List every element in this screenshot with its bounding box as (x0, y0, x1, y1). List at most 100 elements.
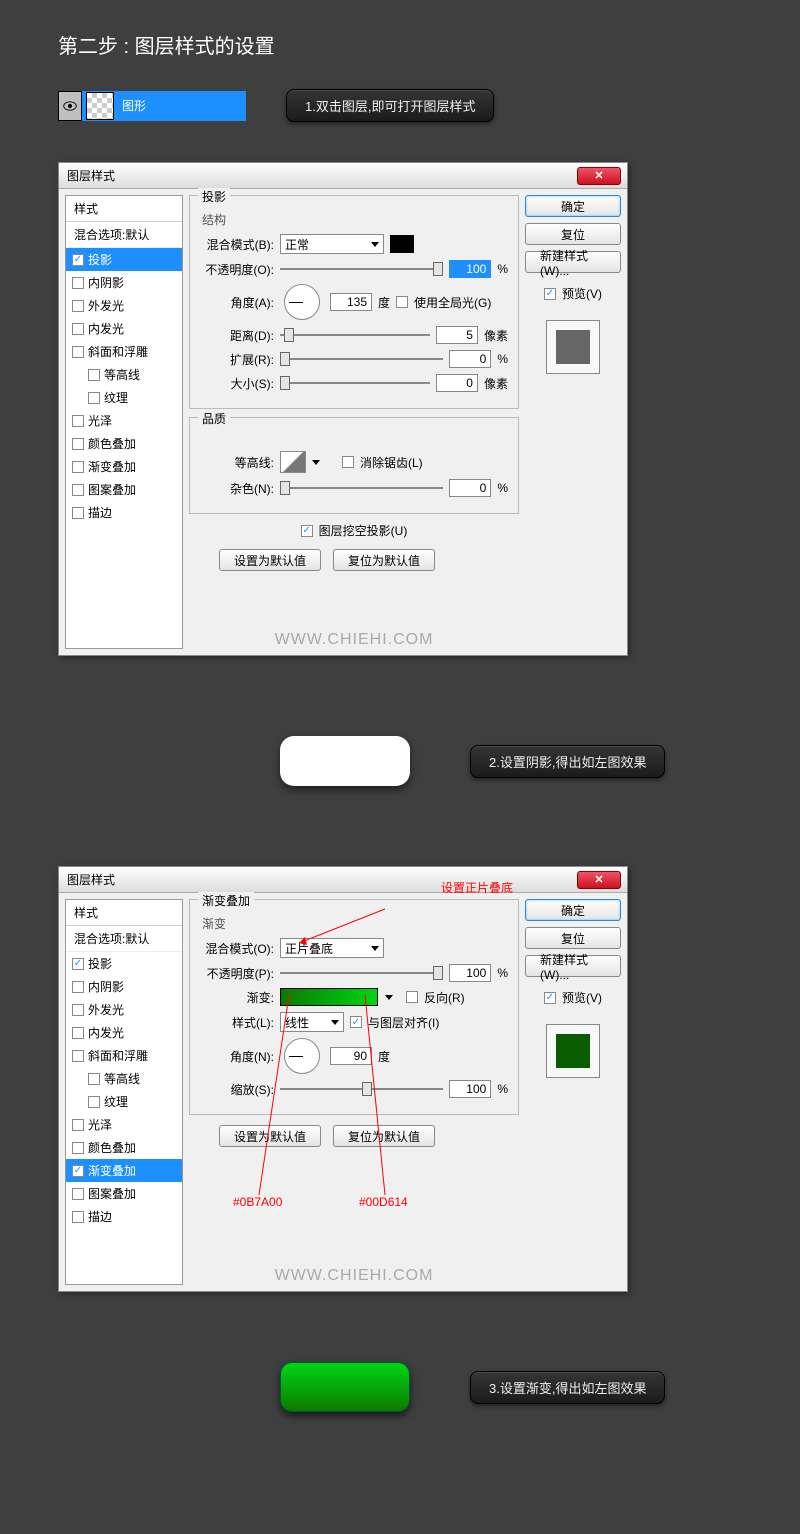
close-button[interactable]: ✕ (577, 167, 621, 185)
style-checkbox[interactable] (72, 415, 84, 427)
size-input[interactable]: 0 (436, 374, 478, 392)
style-item-光泽[interactable]: 光泽 (66, 1113, 182, 1136)
style-item-内发光[interactable]: 内发光 (66, 1021, 182, 1044)
noise-slider[interactable] (280, 481, 443, 495)
style-checkbox[interactable] (72, 1188, 84, 1200)
style-item-图案叠加[interactable]: 图案叠加 (66, 478, 182, 501)
reset-default-button[interactable]: 复位为默认值 (333, 1125, 435, 1147)
ok-button[interactable]: 确定 (525, 195, 621, 217)
style-checkbox[interactable] (72, 1119, 84, 1131)
noise-input[interactable]: 0 (449, 479, 491, 497)
angle-dial[interactable] (284, 1038, 320, 1074)
style-item-内阴影[interactable]: 内阴影 (66, 271, 182, 294)
style-checkbox[interactable] (88, 1073, 100, 1085)
new-style-button[interactable]: 新建样式(W)... (525, 955, 621, 977)
contour-picker[interactable] (280, 451, 306, 473)
style-item-外发光[interactable]: 外发光 (66, 998, 182, 1021)
distance-slider[interactable] (280, 328, 430, 342)
preview-checkbox[interactable]: ✓ (544, 992, 556, 1004)
style-checkbox[interactable] (72, 438, 84, 450)
knockout-checkbox[interactable]: ✓ (301, 525, 313, 537)
cancel-button[interactable]: 复位 (525, 223, 621, 245)
titlebar[interactable]: 图层样式 ✕ (59, 867, 627, 893)
style-checkbox[interactable] (72, 1142, 84, 1154)
style-label: 外发光 (88, 1001, 124, 1018)
spread-unit: % (497, 352, 508, 366)
style-checkbox[interactable] (72, 1050, 84, 1062)
style-item-内发光[interactable]: 内发光 (66, 317, 182, 340)
style-item-投影[interactable]: ✓投影 (66, 248, 182, 271)
reset-default-button[interactable]: 复位为默认值 (333, 549, 435, 571)
style-checkbox[interactable] (72, 277, 84, 289)
spread-input[interactable]: 0 (449, 350, 491, 368)
style-checkbox[interactable] (72, 461, 84, 473)
blending-default[interactable]: 混合选项:默认 (66, 926, 182, 952)
blend-mode-select[interactable]: 正常 (280, 234, 384, 254)
style-item-内阴影[interactable]: 内阴影 (66, 975, 182, 998)
style-item-斜面和浮雕[interactable]: 斜面和浮雕 (66, 1044, 182, 1067)
style-checkbox[interactable] (72, 507, 84, 519)
style-item-渐变叠加[interactable]: 渐变叠加 (66, 455, 182, 478)
opacity-input[interactable]: 100 (449, 260, 491, 278)
shadow-color-swatch[interactable] (390, 235, 414, 253)
style-item-渐变叠加[interactable]: ✓渐变叠加 (66, 1159, 182, 1182)
blending-default[interactable]: 混合选项:默认 (66, 222, 182, 248)
new-style-button[interactable]: 新建样式(W)... (525, 251, 621, 273)
size-slider[interactable] (280, 376, 430, 390)
style-checkbox[interactable] (88, 369, 100, 381)
style-item-等高线[interactable]: 等高线 (66, 1067, 182, 1090)
visibility-eye-icon[interactable] (58, 91, 82, 121)
scale-input[interactable]: 100 (449, 1080, 491, 1098)
distance-input[interactable]: 5 (436, 326, 478, 344)
style-checkbox[interactable] (72, 323, 84, 335)
style-checkbox[interactable] (88, 1096, 100, 1108)
global-light-checkbox[interactable] (396, 296, 408, 308)
style-checkbox[interactable] (72, 981, 84, 993)
style-checkbox[interactable]: ✓ (72, 254, 84, 266)
ok-button[interactable]: 确定 (525, 899, 621, 921)
style-item-等高线[interactable]: 等高线 (66, 363, 182, 386)
style-item-投影[interactable]: ✓投影 (66, 952, 182, 975)
opacity-input[interactable]: 100 (449, 964, 491, 982)
chevron-down-icon[interactable] (312, 460, 320, 465)
style-item-纹理[interactable]: 纹理 (66, 386, 182, 409)
layer-item[interactable]: 图形 (58, 91, 246, 121)
style-item-颜色叠加[interactable]: 颜色叠加 (66, 1136, 182, 1159)
antialias-checkbox[interactable] (342, 456, 354, 468)
gradient-picker[interactable] (280, 988, 378, 1006)
style-checkbox[interactable] (72, 300, 84, 312)
blend-mode-select[interactable]: 正片叠底 (280, 938, 384, 958)
close-button[interactable]: ✕ (577, 871, 621, 889)
style-item-纹理[interactable]: 纹理 (66, 1090, 182, 1113)
opacity-slider[interactable] (280, 262, 443, 276)
style-checkbox[interactable] (72, 1004, 84, 1016)
style-item-图案叠加[interactable]: 图案叠加 (66, 1182, 182, 1205)
set-default-button[interactable]: 设置为默认值 (219, 1125, 321, 1147)
style-checkbox[interactable] (72, 1027, 84, 1039)
align-checkbox[interactable]: ✓ (350, 1016, 362, 1028)
angle-input[interactable]: 90 (330, 1047, 372, 1065)
style-item-颜色叠加[interactable]: 颜色叠加 (66, 432, 182, 455)
reverse-checkbox[interactable] (406, 991, 418, 1003)
style-checkbox[interactable]: ✓ (72, 958, 84, 970)
spread-slider[interactable] (280, 352, 443, 366)
style-item-光泽[interactable]: 光泽 (66, 409, 182, 432)
style-checkbox[interactable] (72, 1211, 84, 1223)
style-item-外发光[interactable]: 外发光 (66, 294, 182, 317)
titlebar[interactable]: 图层样式 ✕ (59, 163, 627, 189)
style-item-描边[interactable]: 描边 (66, 501, 182, 524)
opacity-slider[interactable] (280, 966, 443, 980)
style-checkbox[interactable] (72, 484, 84, 496)
style-checkbox[interactable] (88, 392, 100, 404)
style-checkbox[interactable] (72, 346, 84, 358)
style-checkbox[interactable]: ✓ (72, 1165, 84, 1177)
angle-input[interactable]: 135 (330, 293, 372, 311)
preview-checkbox[interactable]: ✓ (544, 288, 556, 300)
gradient-style-select[interactable]: 线性 (280, 1012, 344, 1032)
scale-slider[interactable] (280, 1082, 443, 1096)
angle-dial[interactable] (284, 284, 320, 320)
set-default-button[interactable]: 设置为默认值 (219, 549, 321, 571)
style-item-斜面和浮雕[interactable]: 斜面和浮雕 (66, 340, 182, 363)
style-item-描边[interactable]: 描边 (66, 1205, 182, 1228)
cancel-button[interactable]: 复位 (525, 927, 621, 949)
